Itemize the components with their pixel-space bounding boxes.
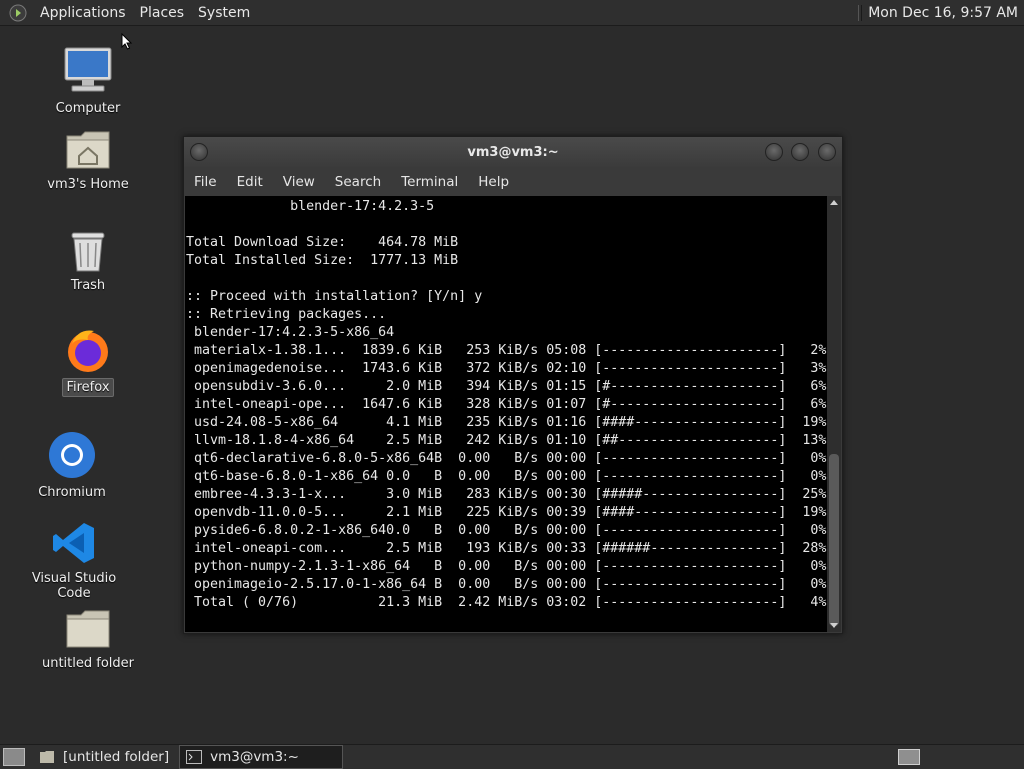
menu-edit[interactable]: Edit xyxy=(227,174,273,190)
desktop-icon-home[interactable]: vm3's Home xyxy=(33,128,143,193)
maximize-button[interactable] xyxy=(791,143,809,161)
desktop-icon-vscode[interactable]: Visual Studio Code xyxy=(14,520,134,602)
terminal-window[interactable]: vm3@vm3:~ File Edit View Search Terminal… xyxy=(183,136,843,634)
workspace-switcher[interactable] xyxy=(898,749,920,765)
menu-file[interactable]: File xyxy=(184,174,227,190)
top-panel: Applications Places System Mon Dec 16, 9… xyxy=(0,0,1024,26)
firefox-icon xyxy=(68,330,108,372)
computer-icon xyxy=(64,47,112,92)
scroll-down-arrow-icon[interactable] xyxy=(830,623,838,628)
taskbar-item-terminal[interactable]: vm3@vm3:~ xyxy=(179,745,344,769)
window-menu-button[interactable] xyxy=(190,143,208,161)
desktop-icon-trash[interactable]: Trash xyxy=(33,229,143,294)
scroll-up-arrow-icon[interactable] xyxy=(830,200,838,205)
terminal-scrollbar[interactable] xyxy=(827,196,841,632)
distro-logo-icon[interactable] xyxy=(9,4,27,22)
chromium-icon xyxy=(49,432,95,478)
terminal-menubar: File Edit View Search Terminal Help xyxy=(184,167,842,196)
menu-help[interactable]: Help xyxy=(468,174,519,190)
terminal-icon xyxy=(186,750,203,764)
desktop-icon-chromium[interactable]: Chromium xyxy=(17,430,127,501)
window-title: vm3@vm3:~ xyxy=(467,144,559,160)
menu-places[interactable]: Places xyxy=(133,5,192,21)
bottom-panel: [untitled folder] vm3@vm3:~ xyxy=(0,744,1024,769)
desktop-icon-computer[interactable]: Computer xyxy=(33,46,143,117)
show-desktop-button[interactable] xyxy=(3,748,25,766)
menu-search[interactable]: Search xyxy=(325,174,391,190)
trash-icon xyxy=(71,232,105,272)
window-titlebar[interactable]: vm3@vm3:~ xyxy=(184,137,842,167)
panel-separator xyxy=(858,4,863,21)
scrollbar-thumb[interactable] xyxy=(829,454,839,626)
vscode-icon xyxy=(53,523,94,563)
menu-terminal[interactable]: Terminal xyxy=(391,174,468,190)
home-folder-icon xyxy=(66,131,110,169)
minimize-button[interactable] xyxy=(765,143,783,161)
desktop-icon-firefox[interactable]: Firefox xyxy=(33,326,143,397)
folder-icon xyxy=(40,751,54,763)
terminal-output[interactable]: blender-17:4.2.3-5 Total Download Size: … xyxy=(185,196,827,632)
close-button[interactable] xyxy=(818,143,836,161)
menu-applications[interactable]: Applications xyxy=(33,5,133,21)
terminal-text: blender-17:4.2.3-5 Total Download Size: … xyxy=(186,199,827,610)
taskbar-item-untitled-folder[interactable]: [untitled folder] xyxy=(33,746,175,768)
clock[interactable]: Mon Dec 16, 9:57 AM xyxy=(868,5,1018,21)
folder-icon xyxy=(66,610,110,648)
menu-view[interactable]: View xyxy=(273,174,325,190)
desktop-icon-untitled-folder[interactable]: untitled folder xyxy=(33,609,143,672)
menu-system[interactable]: System xyxy=(191,5,257,21)
